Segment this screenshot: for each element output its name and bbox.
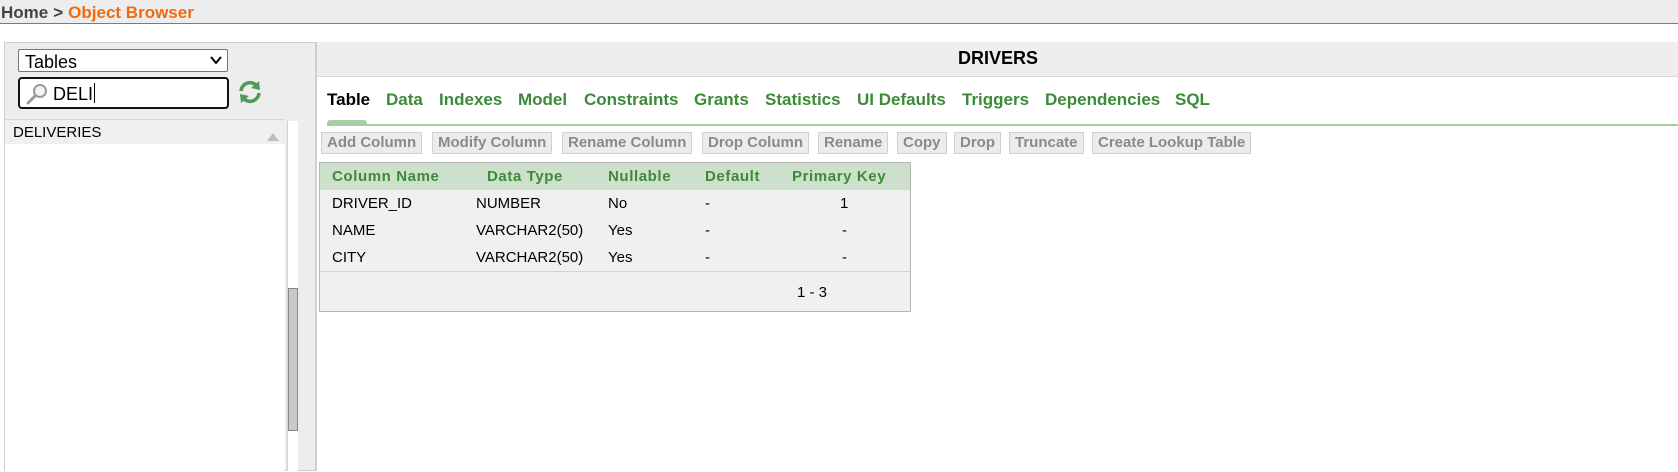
detail-titlebar: DRIVERS (317, 42, 1678, 77)
table-row: NAME VARCHAR2(50) Yes - - (320, 217, 910, 245)
list-item-deliveries[interactable]: DELIVERIES (5, 120, 285, 144)
refresh-icon[interactable] (237, 79, 263, 105)
create-lookup-table-button[interactable]: Create Lookup Table (1092, 132, 1252, 154)
table-cell: - (842, 249, 847, 266)
rename-button[interactable]: Rename (818, 132, 889, 154)
object-list: DELIVERIES (5, 119, 285, 472)
table-cell: VARCHAR2(50) (476, 249, 584, 266)
object-detail-pane: DRIVERS Table Data Indexes Model Constra… (316, 42, 1678, 471)
tab-table[interactable]: Table (327, 90, 370, 110)
tab-dependencies[interactable]: Dependencies (1045, 90, 1160, 110)
table-cell: NUMBER (476, 195, 542, 212)
detail-tabs: Table Data Indexes Model Constraints Gra… (317, 90, 1678, 126)
rename-column-button[interactable]: Rename Column (562, 132, 693, 154)
column-header[interactable]: Default (705, 168, 760, 185)
column-header[interactable]: Primary Key (792, 168, 886, 185)
table-row: CITY VARCHAR2(50) Yes - - (320, 244, 910, 272)
splitter-handle[interactable] (288, 288, 298, 431)
table-cell: - (705, 249, 710, 266)
tab-indexes[interactable]: Indexes (439, 90, 502, 110)
magnifier-icon (26, 84, 47, 105)
tab-triggers[interactable]: Triggers (962, 90, 1029, 110)
column-header[interactable]: Nullable (608, 168, 671, 185)
object-type-select[interactable]: Tables (18, 49, 228, 72)
table-cell: DRIVER_ID (332, 195, 413, 212)
tab-data[interactable]: Data (386, 90, 423, 110)
tab-sql[interactable]: SQL (1175, 90, 1210, 110)
breadcrumb-separator: > (53, 3, 64, 22)
tab-statistics[interactable]: Statistics (765, 90, 841, 110)
columns-table: Column Name Data Type Nullable Default P… (319, 162, 911, 312)
table-cell: NAME (332, 222, 376, 239)
column-header[interactable]: Column Name (332, 168, 439, 185)
breadcrumb-current[interactable]: Object Browser (68, 3, 194, 22)
tab-model[interactable]: Model (518, 90, 567, 110)
table-cell: 1 (840, 195, 849, 212)
pagination-label: 1 - 3 (797, 284, 828, 301)
table-cell: Yes (608, 222, 633, 239)
table-cell: VARCHAR2(50) (476, 222, 584, 239)
add-column-button[interactable]: Add Column (321, 132, 423, 154)
tab-grants[interactable]: Grants (694, 90, 749, 110)
breadcrumb-home[interactable]: Home (1, 3, 48, 22)
drop-column-button[interactable]: Drop Column (702, 132, 809, 154)
object-search-input[interactable]: DELI (18, 77, 229, 109)
table-cell: CITY (332, 249, 367, 266)
scroll-up-icon[interactable] (266, 132, 280, 142)
active-tab-indicator (327, 120, 367, 126)
table-cell: - (842, 222, 847, 239)
page-title: DRIVERS (957, 48, 1038, 68)
table-cell: Yes (608, 249, 633, 266)
list-item-label: DELIVERIES (13, 124, 102, 141)
tab-underline (327, 124, 1678, 126)
table-cell: - (705, 222, 710, 239)
table-cell: - (705, 195, 710, 212)
object-navigator: Tables DELI DELIVERIES (4, 42, 316, 472)
modify-column-button[interactable]: Modify Column (432, 132, 553, 154)
object-type-value: Tables (25, 52, 78, 72)
column-header[interactable]: Data Type (487, 168, 563, 185)
truncate-button[interactable]: Truncate (1009, 132, 1084, 154)
text-caret (94, 83, 96, 103)
table-header: Column Name Data Type Nullable Default P… (320, 163, 910, 191)
pane-splitter-scrollbar[interactable] (287, 121, 298, 471)
search-input-value: DELI (53, 84, 94, 104)
breadcrumb: Home > Object Browser (0, 0, 1678, 24)
tab-ui-defaults[interactable]: UI Defaults (857, 90, 946, 110)
drop-button[interactable]: Drop (954, 132, 1001, 154)
table-cell: No (608, 195, 628, 212)
table-row: DRIVER_ID NUMBER No - 1 (320, 190, 910, 218)
chevron-down-icon (210, 56, 222, 65)
copy-button[interactable]: Copy (897, 132, 947, 154)
tab-constraints[interactable]: Constraints (584, 90, 678, 110)
